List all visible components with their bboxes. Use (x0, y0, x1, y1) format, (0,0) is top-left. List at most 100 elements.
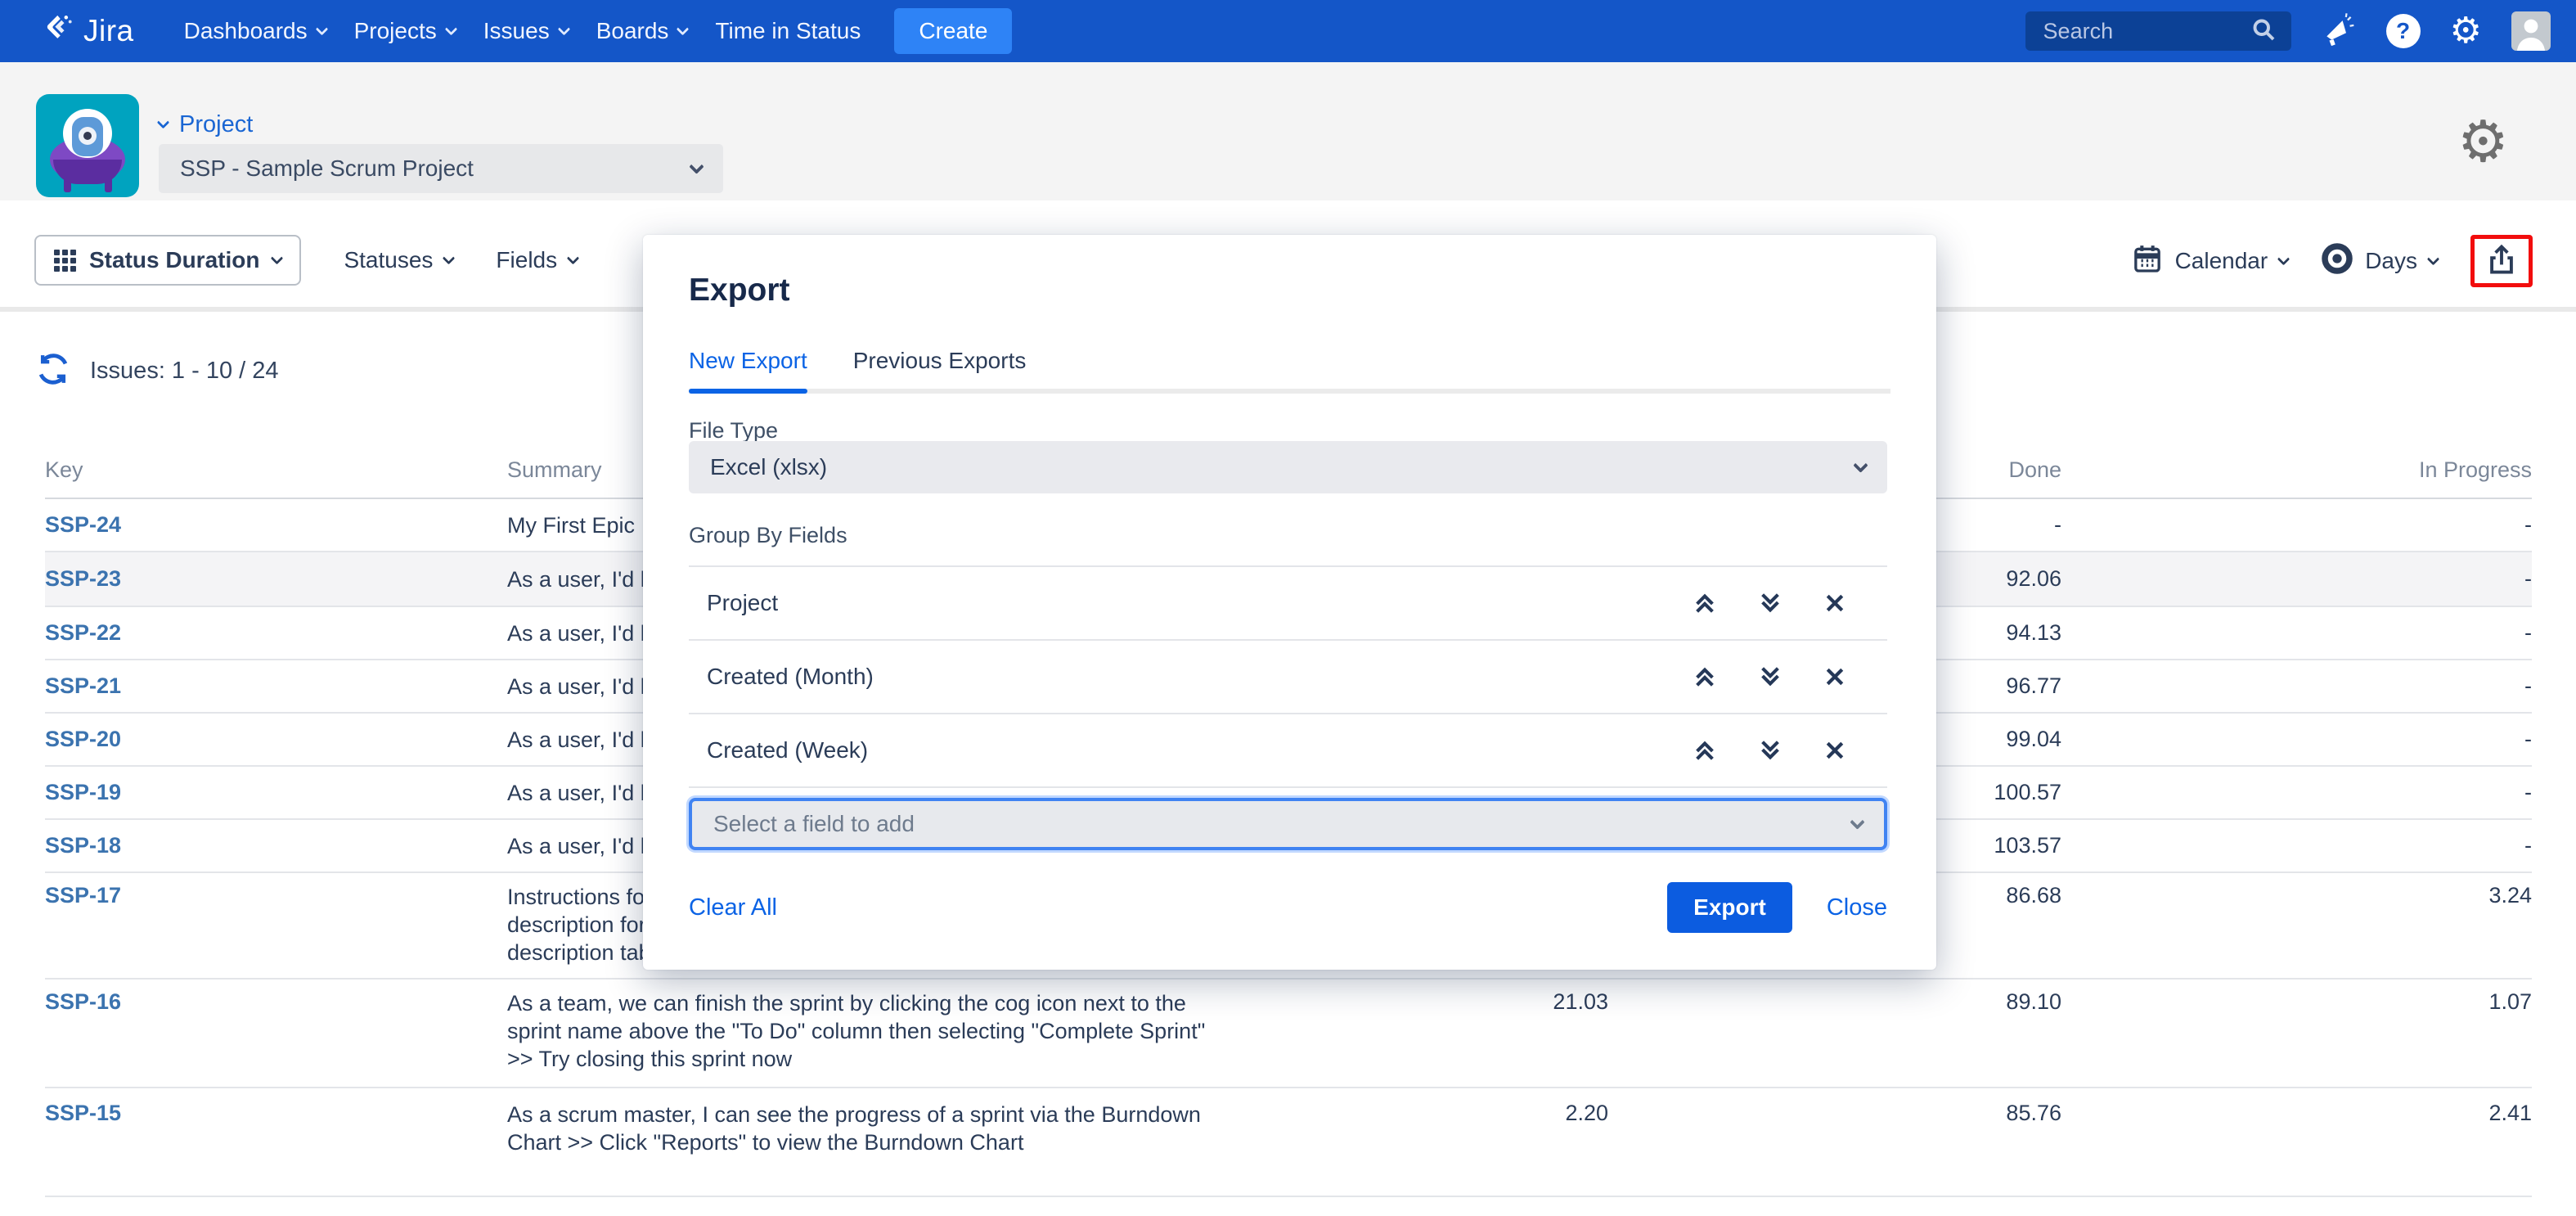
issue-key-link[interactable]: SSP-15 (45, 1101, 121, 1125)
export-open-button[interactable] (2470, 235, 2533, 287)
chevron-down-icon (1850, 814, 1864, 829)
remove-field-icon[interactable] (1823, 665, 1846, 688)
settings-gear-icon[interactable]: ⚙ (2450, 13, 2482, 49)
in-progress-value: - (2061, 780, 2532, 805)
project-collapse-toggle[interactable]: Project (159, 111, 253, 138)
issue-key-link[interactable]: SSP-17 (45, 883, 121, 907)
move-top-icon[interactable] (1693, 738, 1717, 763)
navbar-right: Search ? ⚙ (2025, 11, 2551, 51)
add-field-select[interactable]: Select a field to add (689, 798, 1887, 850)
group-by-row: Project (689, 565, 1887, 639)
move-bottom-icon[interactable] (1758, 664, 1783, 689)
add-field-placeholder: Select a field to add (713, 811, 1852, 837)
project-select-value: SSP - Sample Scrum Project (180, 155, 691, 182)
issue-key-link[interactable]: SSP-22 (45, 620, 121, 645)
page-settings-gear-icon[interactable]: ⚙ (2457, 113, 2509, 170)
remove-field-icon[interactable] (1823, 592, 1846, 615)
in-progress-value: - (2061, 512, 2532, 538)
user-avatar[interactable] (2511, 11, 2551, 51)
chevron-down-icon (315, 22, 328, 35)
issue-summary: As a team, we can finish the sprint by c… (507, 980, 1276, 1073)
issue-key-link[interactable]: SSP-20 (45, 727, 121, 751)
chevron-down-icon (557, 22, 570, 35)
issues-count-text: Issues: 1 - 10 / 24 (90, 358, 279, 385)
clear-all-button[interactable]: Clear All (689, 894, 777, 921)
close-button[interactable]: Close (1827, 894, 1887, 921)
file-type-label: File Type (689, 418, 778, 444)
tab-new-export[interactable]: New Export (689, 348, 807, 389)
in-progress-value: - (2061, 620, 2532, 646)
export-upload-icon (2484, 241, 2520, 281)
nav-item-dashboards[interactable]: Dashboards (184, 18, 326, 44)
table-row: SSP-15 As a scrum master, I can see the … (45, 1088, 2532, 1197)
nav-item-issues[interactable]: Issues (483, 18, 569, 44)
create-button[interactable]: Create (894, 8, 1012, 54)
grid-icon (54, 250, 76, 272)
done-value: 85.76 (1608, 1088, 2061, 1126)
move-top-icon[interactable] (1693, 591, 1717, 615)
group-by-row: Created (Month) (689, 639, 1887, 713)
move-bottom-icon[interactable] (1758, 738, 1783, 763)
issue-key-link[interactable]: SSP-19 (45, 780, 121, 804)
jira-logo[interactable]: Jira (41, 12, 134, 51)
chevron-down-icon (677, 22, 690, 35)
issue-key-link[interactable]: SSP-16 (45, 989, 121, 1014)
view-selector-button[interactable]: Status Duration (34, 235, 301, 286)
group-by-label: Group By Fields (689, 523, 847, 548)
fields-dropdown[interactable]: Fields (496, 247, 578, 273)
remove-field-icon[interactable] (1823, 739, 1846, 762)
group-by-row: Created (Week) (689, 713, 1887, 786)
app-root: Jira Dashboards Projects Issues Boards T… (0, 0, 2576, 1216)
chevron-down-icon (157, 116, 170, 129)
chevron-down-icon (689, 159, 704, 173)
chevron-down-icon (567, 251, 580, 264)
help-icon[interactable]: ? (2386, 14, 2421, 48)
issue-key-link[interactable]: SSP-24 (45, 512, 121, 537)
chevron-down-icon (444, 22, 457, 35)
chevron-down-icon (443, 251, 456, 264)
nav-item-time-in-status[interactable]: Time in Status (715, 18, 861, 44)
days-dropdown[interactable]: Days (2321, 242, 2438, 281)
in-progress-value: 1.07 (2061, 980, 2532, 1015)
export-modal: Export New Export Previous Exports File … (643, 235, 1936, 970)
refresh-icon[interactable] (34, 350, 72, 392)
calendar-icon (2131, 242, 2164, 281)
issue-summary: As a scrum master, I can see the progres… (507, 1088, 1276, 1156)
calendar-dropdown[interactable]: Calendar (2131, 242, 2289, 281)
search-placeholder: Search (2043, 19, 2249, 44)
statuses-dropdown[interactable]: Statuses (344, 247, 453, 273)
nav-item-projects[interactable]: Projects (354, 18, 456, 44)
issue-key-link[interactable]: SSP-18 (45, 833, 121, 858)
modal-title: Export (689, 272, 790, 309)
chevron-down-icon (2427, 252, 2440, 265)
issues-count-bar: Issues: 1 - 10 / 24 (34, 350, 279, 392)
chevron-down-icon (1853, 457, 1868, 472)
issue-key-link[interactable]: SSP-23 (45, 566, 121, 591)
project-header-section: Project SSP - Sample Scrum Project ⚙ (0, 62, 2576, 200)
export-submit-button[interactable]: Export (1667, 882, 1792, 933)
project-select[interactable]: SSP - Sample Scrum Project (159, 144, 723, 193)
modal-tabs: New Export Previous Exports (689, 348, 1890, 394)
search-input[interactable]: Search (2025, 11, 2291, 51)
search-icon (2249, 15, 2278, 48)
column-header-in-progress[interactable]: In Progress (2061, 457, 2532, 483)
issue-key-link[interactable]: SSP-21 (45, 673, 121, 698)
in-progress-value: - (2061, 833, 2532, 858)
chevron-down-icon (2277, 252, 2291, 265)
file-type-select[interactable]: Excel (xlsx) (689, 441, 1887, 493)
nav-item-boards[interactable]: Boards (596, 18, 688, 44)
project-avatar (36, 94, 139, 197)
jira-logo-text: Jira (83, 14, 134, 48)
in-progress-value: 3.24 (2061, 873, 2532, 908)
in-progress-value: 2.41 (2061, 1088, 2532, 1126)
announcement-icon[interactable] (2321, 13, 2357, 49)
done-value: 89.10 (1608, 980, 2061, 1015)
tab-previous-exports[interactable]: Previous Exports (853, 348, 1027, 389)
jira-logo-icon (41, 12, 75, 51)
group-by-fields-list: Project Created (Month) (689, 565, 1887, 788)
top-navbar: Jira Dashboards Projects Issues Boards T… (0, 0, 2576, 62)
in-progress-value: - (2061, 566, 2532, 592)
column-header-key[interactable]: Key (45, 457, 507, 483)
move-top-icon[interactable] (1693, 664, 1717, 689)
move-bottom-icon[interactable] (1758, 591, 1783, 615)
